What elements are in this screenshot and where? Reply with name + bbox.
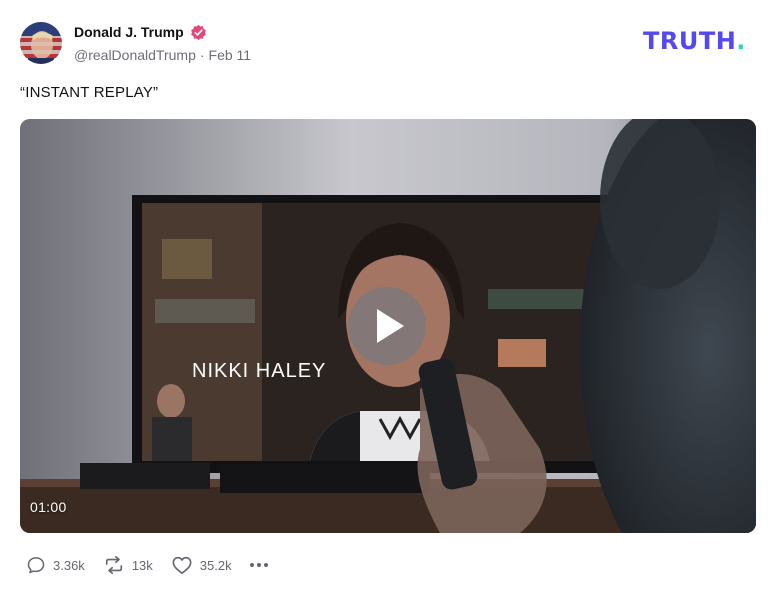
more-icon-dot <box>249 563 254 567</box>
more-options-button[interactable] <box>249 559 268 571</box>
reply-count: 3.36k <box>53 557 85 573</box>
author-display-name[interactable]: Donald J. Trump <box>74 24 184 40</box>
retruth-count: 13k <box>131 557 153 573</box>
avatar-image <box>20 22 62 64</box>
more-icon-dot <box>256 563 261 567</box>
reply-icon <box>27 557 45 574</box>
author-avatar[interactable] <box>20 22 62 64</box>
play-icon <box>377 309 404 343</box>
verified-badge-icon <box>190 24 206 40</box>
author-meta: @realDonaldTrump · Feb 11 <box>74 47 251 63</box>
post-text: “INSTANT REPLAY” <box>20 84 159 101</box>
post-date[interactable]: Feb 11 <box>209 47 252 63</box>
video-duration: 01:00 <box>30 499 67 515</box>
heart-icon <box>172 556 192 574</box>
like-count: 35.2k <box>199 557 232 573</box>
brand-wordmark: TRUTH <box>643 27 737 55</box>
like-button[interactable]: 35.2k <box>171 555 232 575</box>
truth-post: Donald J. Trump @realDonaldTrump · Feb 1… <box>0 0 777 595</box>
retruth-icon <box>105 556 122 574</box>
author-name-row: Donald J. Trump <box>74 22 251 42</box>
reply-button[interactable]: 3.36k <box>26 555 85 575</box>
play-button[interactable] <box>348 287 426 365</box>
truth-social-logo[interactable]: TRUTH. <box>643 28 746 55</box>
meta-separator: · <box>199 47 205 63</box>
author-handle[interactable]: @realDonaldTrump <box>74 47 196 63</box>
retruth-button[interactable]: 13k <box>103 555 153 575</box>
post-actions: 3.36k 13k 35.2k <box>26 554 268 576</box>
lower-third-text: NIKKI HALEY <box>192 360 326 382</box>
video-player[interactable]: NIKKI HALEY 01:00 <box>20 119 756 533</box>
more-icon-dot <box>263 563 268 567</box>
brand-dot: . <box>736 27 746 55</box>
author-block: Donald J. Trump @realDonaldTrump · Feb 1… <box>74 22 251 63</box>
